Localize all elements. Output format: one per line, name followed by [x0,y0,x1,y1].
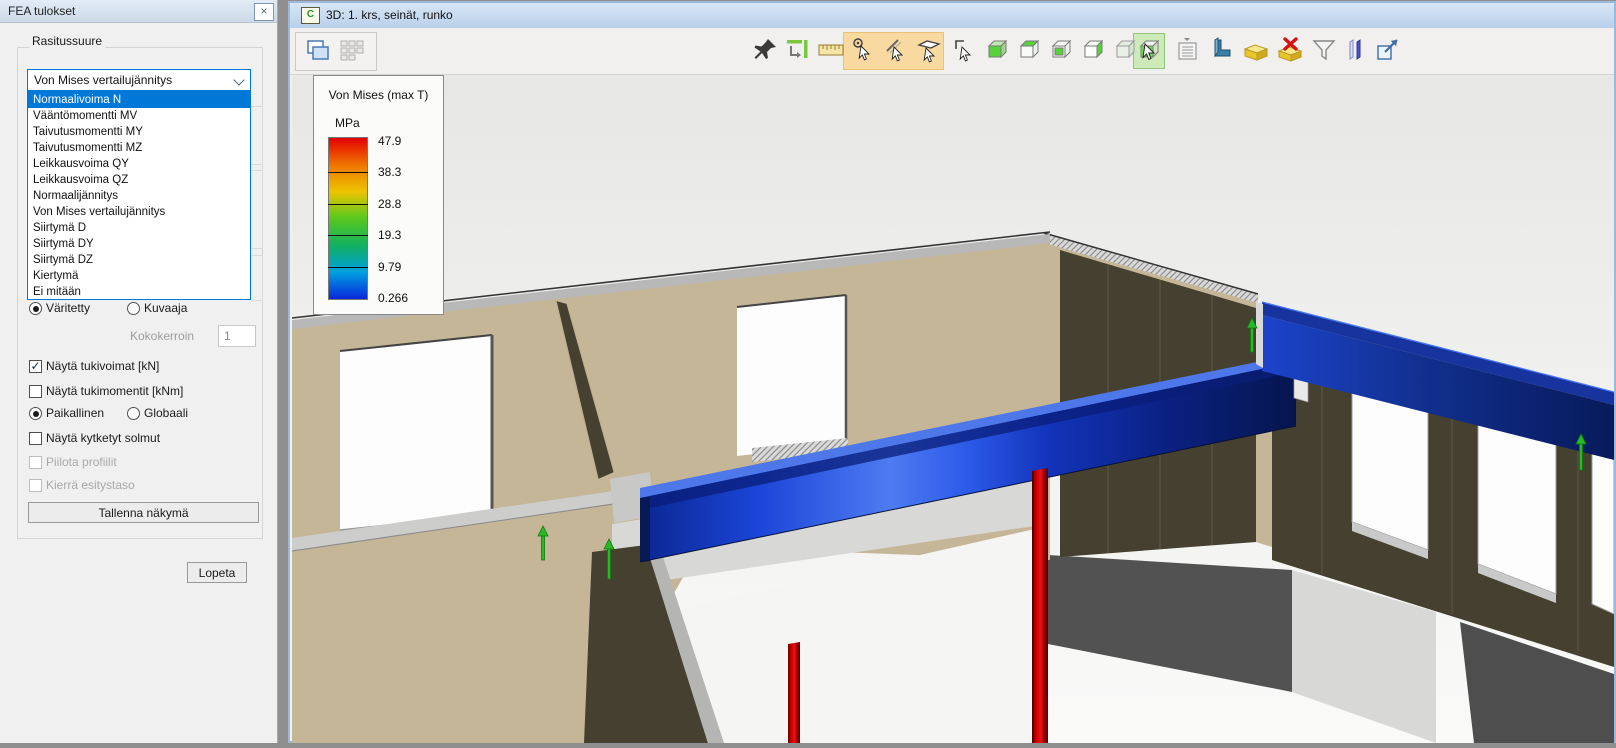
3d-viewport[interactable]: Von Mises (max T) MPa 47.9 38.3 28.8 19.3 9.… [292,75,1614,743]
legend-value: 28.8 [378,197,401,211]
snap-line-icon[interactable] [883,36,911,64]
steel-profile-icon[interactable] [1208,36,1236,64]
legend-value: 19.3 [378,228,401,242]
viewer-window-icon: C [301,7,320,24]
viewer-toolbar [290,28,1614,75]
shade-top-icon[interactable] [1016,36,1044,64]
export-view-icon[interactable] [1374,36,1402,64]
legend-tick-line [328,204,368,205]
hidden-groupbox-fragment [251,255,263,301]
viewer-window: C 3D: 1. krs, seinät, runko [288,1,1616,743]
close-icon[interactable]: × [254,3,274,21]
legend-value: 47.9 [378,134,401,148]
dropdown-item[interactable]: Siirtymä DZ [28,252,250,268]
stress-legend: Von Mises (max T) MPa 47.9 38.3 28.8 19.3 9.… [313,75,444,315]
legend-color-bar [328,137,368,300]
window-opening [340,335,492,530]
dropdown-item[interactable]: Siirtymä DY [28,236,250,252]
snap-point-icon[interactable] [850,36,878,64]
stress-column-far [788,642,800,743]
fea-results-dialog: FEA tulokset × Rasitussuure Von Mises ve… [0,0,278,743]
legend-tick-line [328,235,368,236]
viewer-titlebar: C 3D: 1. krs, seinät, runko [290,3,1614,29]
dropdown-item[interactable]: Ei mitään [28,284,250,300]
dropdown-item[interactable]: Leikkausvoima QY [28,156,250,172]
radio-graph-label: Kuvaaja [144,301,187,315]
radio-graph[interactable] [127,302,140,315]
legend-tick-line [328,267,368,268]
legend-value: 0.266 [378,291,408,305]
3d-scene [292,75,1614,743]
snap-edge-icon[interactable] [950,36,978,64]
dropdown-item[interactable]: Siirtymä D [28,220,250,236]
dropdown-item[interactable]: Normaalivoima N [28,92,250,108]
dropdown-item[interactable]: Von Mises vertailujännitys [28,204,250,220]
scale-factor-input[interactable]: 1 [218,325,256,347]
legend-value: 38.3 [378,165,401,179]
cascade-windows-icon[interactable] [304,37,332,65]
stress-quantity-combobox[interactable]: Von Mises vertailujännitys [27,69,251,91]
tile-windows-icon[interactable] [338,37,366,65]
legend-unit: MPa [335,116,360,130]
legend-tick-line [328,172,368,173]
dialog-title: FEA tulokset [8,4,75,18]
radio-colored-label: Väritetty [46,301,90,315]
scale-factor-label: Kokokerroin [130,329,194,343]
panels-icon[interactable] [1342,36,1370,64]
material-box-icon[interactable] [1242,36,1270,64]
radio-local-label: Paikallinen [46,406,104,420]
ruler-icon[interactable] [817,36,845,64]
stress-quantity-dropdown[interactable]: Normaalivoima NVääntömomentti MVTaivutus… [27,91,251,300]
filter-icon[interactable] [1310,36,1338,64]
dropdown-item[interactable]: Vääntömomentti MV [28,108,250,124]
dropdown-item[interactable]: Leikkausvoima QZ [28,172,250,188]
shade-side-icon[interactable] [1080,36,1108,64]
snap-face-icon[interactable] [915,36,943,64]
viewer-window-title: 3D: 1. krs, seinät, runko [326,8,453,22]
quit-button[interactable]: Lopeta [187,562,247,583]
radio-global[interactable] [127,407,140,420]
combobox-value: Von Mises vertailujännitys [34,73,172,87]
stress-column [1032,468,1048,743]
stress-group-label: Rasitussuure [29,34,105,48]
window-arrange-group [295,32,377,71]
shade-solid-icon[interactable] [984,36,1012,64]
measure-move-icon[interactable] [784,36,812,64]
radio-local[interactable] [29,407,42,420]
legend-title: Von Mises (max T) [314,88,443,102]
dialog-titlebar: FEA tulokset × [0,0,277,23]
shade-front-icon[interactable] [1048,36,1076,64]
radio-global-label: Globaali [144,406,188,420]
dropdown-item[interactable]: Taivutusmomentti MZ [28,140,250,156]
dropdown-item[interactable]: Normaalijännitys [28,188,250,204]
save-view-button[interactable]: Tallenna näkymä [28,502,259,523]
drawing-list-icon[interactable] [1174,36,1202,64]
hidden-groupbox-fragment [251,170,263,249]
radio-colored[interactable] [29,302,42,315]
hidden-groupbox-fragment [251,106,263,165]
delete-box-icon[interactable] [1276,36,1304,64]
window-opening [737,295,846,456]
legend-value: 9.79 [378,260,401,274]
dropdown-item[interactable]: Kiertymä [28,268,250,284]
chevron-down-icon [235,76,243,84]
dropdown-item[interactable]: Taivutusmomentti MY [28,124,250,140]
pin-icon[interactable] [752,36,780,64]
pick-solid-icon[interactable] [1136,36,1164,64]
